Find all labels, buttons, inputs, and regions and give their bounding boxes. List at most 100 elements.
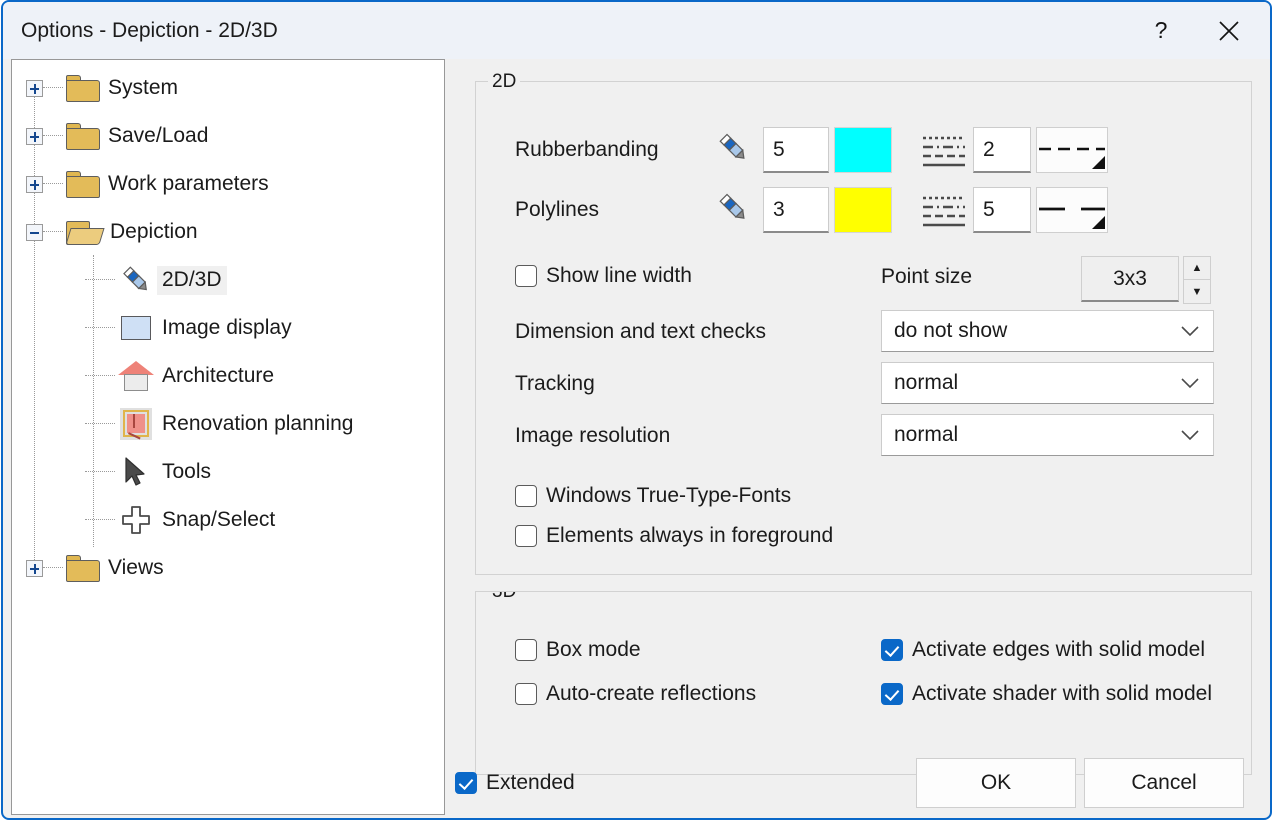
elements-always-foreground-checkbox[interactable] bbox=[515, 525, 537, 547]
renovation-icon bbox=[115, 408, 157, 440]
tree-connector bbox=[43, 183, 63, 185]
polylines-linetype-preview[interactable] bbox=[1036, 187, 1108, 233]
rubberbanding-width-input[interactable]: 5 bbox=[763, 127, 829, 173]
tree-connector bbox=[85, 471, 115, 473]
point-size-field[interactable]: 3x3 bbox=[1081, 256, 1179, 302]
sidebar-item-views[interactable]: Views bbox=[26, 544, 169, 592]
windows-truetype-fonts-row[interactable]: Windows True-Type-Fonts bbox=[515, 484, 791, 508]
settings-pane: 2D Rubberbanding 5 bbox=[453, 59, 1266, 815]
tree-connector bbox=[43, 231, 63, 233]
sidebar-item-label: Snap/Select bbox=[157, 506, 280, 535]
polylines-width-input[interactable]: 3 bbox=[763, 187, 829, 233]
snap-plus-icon bbox=[115, 504, 157, 536]
folder-icon bbox=[63, 171, 103, 198]
windows-truetype-fonts-label: Windows True-Type-Fonts bbox=[546, 484, 791, 508]
tracking-select[interactable]: normal bbox=[881, 362, 1214, 404]
point-size-spinner[interactable]: ▲ ▼ bbox=[1183, 256, 1211, 304]
box-mode-checkbox[interactable] bbox=[515, 639, 537, 661]
rubberbanding-color-swatch[interactable] bbox=[834, 127, 892, 173]
sidebar-item-image-display[interactable]: Image display bbox=[85, 304, 297, 352]
group-3d-title: 3D bbox=[488, 591, 520, 603]
expander-plus-icon[interactable] bbox=[26, 560, 43, 577]
house-icon bbox=[115, 361, 157, 391]
sidebar-item-architecture[interactable]: Architecture bbox=[85, 352, 279, 400]
activate-edges-solid-model-row[interactable]: Activate edges with solid model bbox=[881, 638, 1205, 662]
ok-button[interactable]: OK bbox=[916, 758, 1076, 808]
tree-connector bbox=[85, 279, 115, 281]
point-size-decrement-button[interactable]: ▼ bbox=[1183, 280, 1211, 304]
pencil-icon bbox=[715, 130, 751, 166]
sidebar-item-label: Architecture bbox=[157, 362, 279, 391]
dimension-text-checks-value: do not show bbox=[894, 319, 1007, 343]
polylines-color-swatch[interactable] bbox=[834, 187, 892, 233]
tree-connector bbox=[43, 87, 63, 89]
expander-plus-icon[interactable] bbox=[26, 80, 43, 97]
sidebar-item-save-load[interactable]: Save/Load bbox=[26, 112, 213, 160]
activate-edges-solid-model-label: Activate edges with solid model bbox=[912, 638, 1205, 662]
pencil-icon bbox=[715, 190, 751, 226]
dimension-text-checks-select[interactable]: do not show bbox=[881, 310, 1214, 352]
dimension-text-checks-label: Dimension and text checks bbox=[515, 320, 766, 344]
tree-connector bbox=[85, 519, 115, 521]
sidebar-item-tools[interactable]: Tools bbox=[85, 448, 216, 496]
expander-minus-icon[interactable] bbox=[26, 224, 43, 241]
cancel-button[interactable]: Cancel bbox=[1084, 758, 1244, 808]
close-icon bbox=[1217, 19, 1241, 43]
activate-shader-solid-model-row[interactable]: Activate shader with solid model bbox=[881, 682, 1212, 706]
sidebar-item-renovation-planning[interactable]: Renovation planning bbox=[85, 400, 358, 448]
window-title: Options - Depiction - 2D/3D bbox=[21, 19, 278, 43]
tree-connector bbox=[43, 567, 63, 569]
activate-shader-solid-model-checkbox[interactable] bbox=[881, 683, 903, 705]
extended-row[interactable]: Extended bbox=[455, 771, 575, 795]
box-mode-row[interactable]: Box mode bbox=[515, 638, 641, 662]
auto-create-reflections-row[interactable]: Auto-create reflections bbox=[515, 682, 756, 706]
show-line-width-checkbox[interactable] bbox=[515, 265, 537, 287]
sidebar-item-label: 2D/3D bbox=[157, 266, 227, 295]
show-line-width-label: Show line width bbox=[546, 264, 692, 288]
help-button[interactable]: ? bbox=[1128, 2, 1194, 59]
rubberbanding-linetype-input[interactable]: 2 bbox=[973, 127, 1031, 173]
sidebar-item-depiction[interactable]: Depiction bbox=[26, 208, 203, 256]
image-display-icon bbox=[115, 316, 157, 340]
chevron-down-icon bbox=[1181, 377, 1199, 389]
expander-plus-icon[interactable] bbox=[26, 128, 43, 145]
polylines-label: Polylines bbox=[515, 198, 599, 222]
line-styles-icon bbox=[922, 194, 966, 228]
polylines-linetype-input[interactable]: 5 bbox=[973, 187, 1031, 233]
box-mode-label: Box mode bbox=[546, 638, 641, 662]
windows-truetype-fonts-checkbox[interactable] bbox=[515, 485, 537, 507]
image-resolution-select[interactable]: normal bbox=[881, 414, 1214, 456]
sidebar-item-system[interactable]: System bbox=[26, 64, 183, 112]
options-dialog: Options - Depiction - 2D/3D ? System bbox=[1, 0, 1272, 820]
tree-connector bbox=[85, 327, 115, 329]
activate-shader-solid-model-label: Activate shader with solid model bbox=[912, 682, 1212, 706]
sidebar-item-work-parameters[interactable]: Work parameters bbox=[26, 160, 274, 208]
navigation-tree[interactable]: System Save/Load Work parameters Depic bbox=[11, 59, 445, 815]
title-bar: Options - Depiction - 2D/3D ? bbox=[3, 2, 1270, 59]
sidebar-item-2d-3d[interactable]: 2D/3D bbox=[85, 256, 227, 304]
group-2d-title: 2D bbox=[488, 71, 520, 93]
line-styles-icon bbox=[922, 134, 966, 168]
tracking-label: Tracking bbox=[515, 372, 595, 396]
expander-plus-icon[interactable] bbox=[26, 176, 43, 193]
elements-always-foreground-row[interactable]: Elements always in foreground bbox=[515, 524, 833, 548]
folder-icon bbox=[63, 123, 103, 150]
folder-icon bbox=[63, 555, 103, 582]
show-line-width-row[interactable]: Show line width bbox=[515, 264, 692, 288]
chevron-down-icon bbox=[1181, 429, 1199, 441]
sidebar-item-label: Save/Load bbox=[103, 122, 213, 151]
close-button[interactable] bbox=[1196, 2, 1262, 59]
point-size-increment-button[interactable]: ▲ bbox=[1183, 256, 1211, 280]
rubberbanding-linetype-preview[interactable] bbox=[1036, 127, 1108, 173]
image-resolution-label: Image resolution bbox=[515, 424, 670, 448]
sidebar-item-label: Image display bbox=[157, 314, 297, 343]
sidebar-item-snap-select[interactable]: Snap/Select bbox=[85, 496, 280, 544]
extended-checkbox[interactable] bbox=[455, 772, 477, 794]
activate-edges-solid-model-checkbox[interactable] bbox=[881, 639, 903, 661]
dialog-footer: Extended OK Cancel bbox=[453, 747, 1266, 820]
group-2d: 2D Rubberbanding 5 bbox=[475, 81, 1252, 575]
tree-connector bbox=[85, 375, 115, 377]
pencil-icon bbox=[115, 263, 157, 297]
extended-label: Extended bbox=[486, 771, 575, 795]
auto-create-reflections-checkbox[interactable] bbox=[515, 683, 537, 705]
